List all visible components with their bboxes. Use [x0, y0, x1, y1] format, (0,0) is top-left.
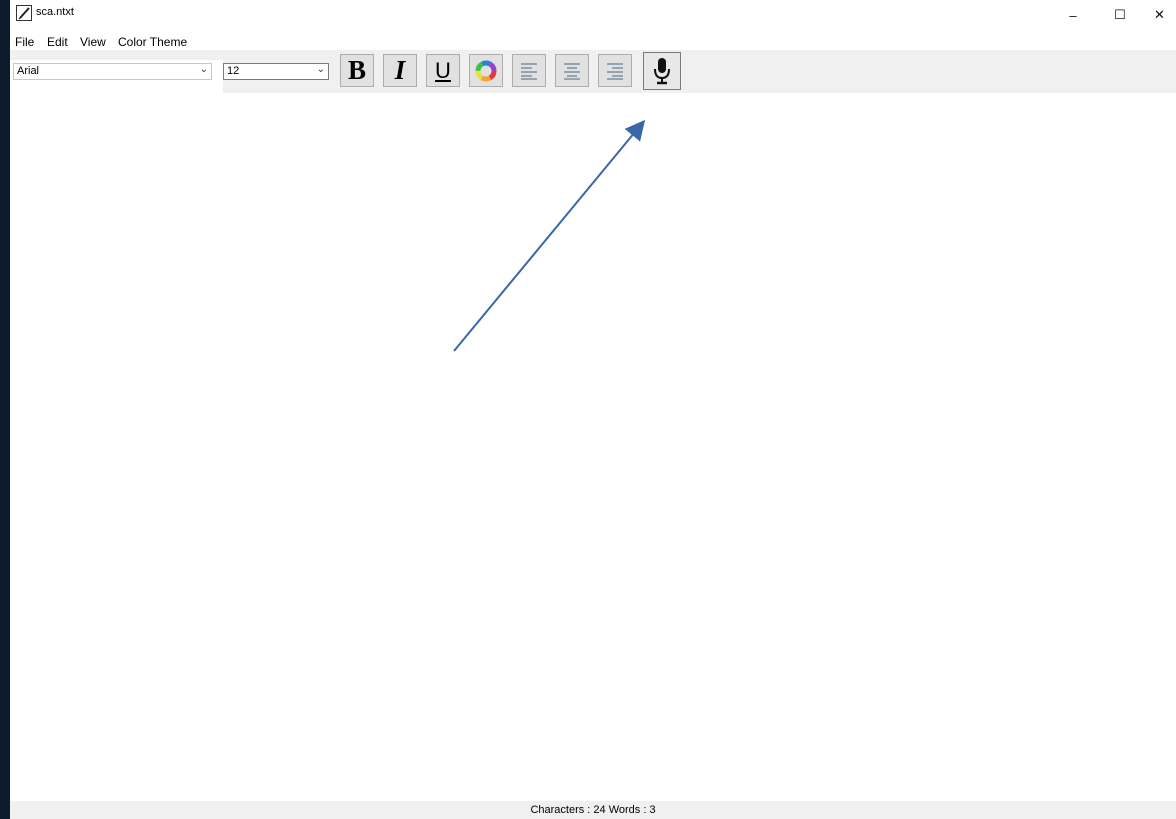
annotation-arrow — [453, 119, 646, 352]
